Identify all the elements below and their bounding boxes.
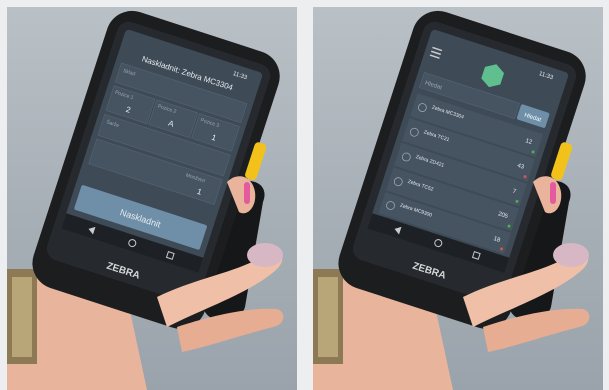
fingernail [553,243,589,267]
fingernail [247,243,283,267]
nail-accent [550,182,556,204]
nail-accent [244,182,250,204]
left-device-photo: 11:33 Naskladnit: Zebra MC3304 Sklad Poz… [7,7,297,390]
right-device-photo: 11:33 Hledat Hledat Zebra MC3304 12 Zebr… [313,7,603,390]
left-device-illustration: 11:33 Naskladnit: Zebra MC3304 Sklad Poz… [7,10,284,390]
right-device-illustration: 11:33 Hledat Hledat Zebra MC3304 12 Zebr… [313,10,590,390]
